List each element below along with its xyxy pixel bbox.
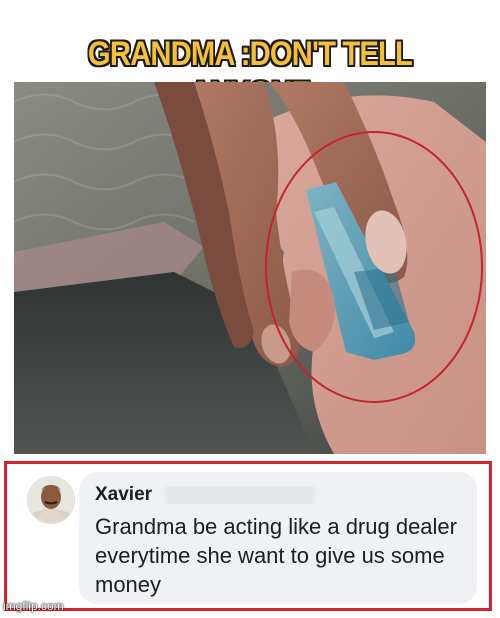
comment-panel: Xavier Grandma be acting like a drug dea…	[4, 461, 492, 611]
comment-bubble: Xavier Grandma be acting like a drug dea…	[79, 472, 477, 604]
meme-photo	[14, 82, 486, 454]
watermark: imgflip.com	[3, 599, 64, 613]
comment-text: Grandma be acting like a drug dealer eve…	[95, 514, 457, 597]
comment-author[interactable]: Xavier	[95, 484, 152, 506]
avatar[interactable]	[27, 476, 75, 524]
author-name-blur	[165, 486, 315, 504]
